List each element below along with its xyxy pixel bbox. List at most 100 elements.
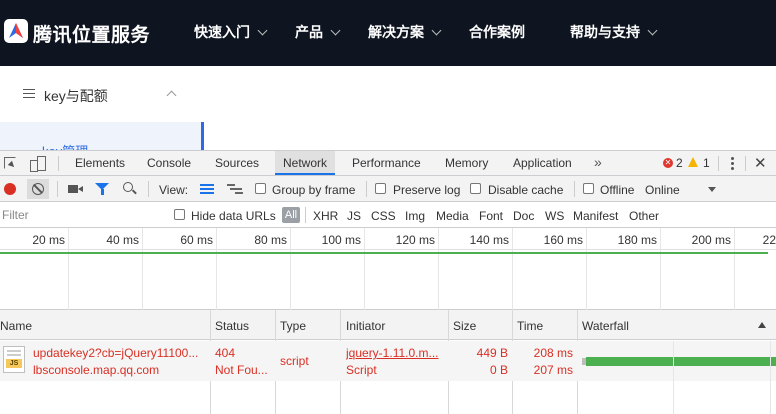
nav-quickstart[interactable]: 快速入门 [194,22,268,42]
grid-line [770,341,771,414]
clear-button[interactable] [27,179,49,199]
tab-sources[interactable]: Sources [215,156,259,170]
filter-type-manifest[interactable]: Manifest [573,209,618,223]
divider [574,181,575,197]
throttling-select[interactable]: Online [645,183,680,197]
sidebar-group-key-quota[interactable]: key与配额 [0,66,204,122]
request-status-text: Not Fou... [215,363,268,377]
timeline-tick-label: 80 ms [254,233,287,247]
group-by-frame-checkbox[interactable] [255,183,266,194]
group-by-frame-label[interactable]: Group by frame [272,183,355,197]
filter-type-other[interactable]: Other [629,209,659,223]
tencent-location-logo-icon[interactable] [4,19,28,43]
timeline-tick-label: 180 ms [617,233,657,247]
timeline-tick-label: 120 ms [395,233,435,247]
sort-ascending-icon[interactable] [758,322,766,328]
sidebar: key与配额 key管理 [0,66,204,159]
devtools-tab-bar: Elements Console Sources Network Perform… [0,151,776,176]
request-domain: lbsconsole.map.qq.com [33,363,160,377]
tab-console[interactable]: Console [147,156,191,170]
site-body: key与配额 key管理 [0,66,776,159]
filter-input[interactable] [0,205,160,225]
offline-label[interactable]: Offline [600,183,634,197]
warning-count[interactable]: 1 [703,156,710,170]
filter-type-font[interactable]: Font [479,209,503,223]
grid-line [438,228,439,310]
more-options-icon[interactable] [731,157,734,170]
record-button[interactable] [4,183,16,195]
filter-type-xhr[interactable]: XHR [313,209,338,223]
table-header: Name Status Type Initiator Size Time Wat… [0,310,776,340]
hide-data-urls-checkbox[interactable] [174,209,185,220]
timeline-tick-label: 22 [762,233,776,247]
request-type: script [280,354,309,368]
column-header-type[interactable]: Type [280,319,306,333]
waterfall-bar[interactable] [586,357,776,366]
inspect-element-icon[interactable] [4,157,16,169]
error-count[interactable]: 2 [676,156,683,170]
preserve-log-label[interactable]: Preserve log [393,183,460,197]
overview-view-icon[interactable] [227,184,243,194]
grid-line [142,228,143,310]
chevron-down-icon[interactable] [708,187,716,192]
request-time: 208 ms [533,346,573,360]
filter-bar: Hide data URLs All XHR JS CSS Img Media … [0,202,776,228]
tab-performance[interactable]: Performance [352,156,421,170]
column-header-name[interactable]: Name [0,319,32,333]
disable-cache-checkbox[interactable] [470,183,481,194]
tab-memory[interactable]: Memory [445,156,488,170]
filter-type-css[interactable]: CSS [371,209,396,223]
nav-help[interactable]: 帮助与支持 [570,22,658,42]
timeline-tick-label: 140 ms [469,233,509,247]
divider [58,156,59,171]
request-status: 404 [215,346,236,360]
large-rows-view-icon[interactable] [200,184,214,194]
divider [745,156,746,171]
filter-type-js[interactable]: JS [347,209,361,223]
tab-elements[interactable]: Elements [75,156,125,170]
nav-cases[interactable]: 合作案例 [469,22,525,42]
filter-type-doc[interactable]: Doc [513,209,534,223]
column-header-status[interactable]: Status [215,319,249,333]
hide-data-urls-label[interactable]: Hide data URLs [191,209,276,223]
chevron-down-icon [431,25,442,35]
request-latency: 207 ms [533,363,573,377]
divider [148,181,149,197]
preserve-log-checkbox[interactable] [375,183,386,194]
table-row[interactable]: JS updatekey2?cb=jQuery11100... lbsconso… [0,341,776,381]
warning-icon[interactable] [688,157,698,167]
filter-type-img[interactable]: Img [405,209,425,223]
error-icon[interactable]: ✕ [663,158,673,168]
requests-table: Name Status Type Initiator Size Time Wat… [0,310,776,414]
filter-icon[interactable] [95,183,109,195]
column-header-waterfall[interactable]: Waterfall [582,319,629,333]
nav-solutions[interactable]: 解决方案 [368,22,442,42]
nav-products[interactable]: 产品 [295,22,341,42]
timeline-overview[interactable]: 20 ms 40 ms 60 ms 80 ms 100 ms 120 ms 14… [0,228,776,310]
close-devtools-button[interactable]: ✕ [754,154,767,172]
column-header-time[interactable]: Time [517,319,543,333]
filter-type-media[interactable]: Media [436,209,469,223]
capture-screenshots-icon[interactable] [68,185,83,193]
column-header-size[interactable]: Size [453,319,476,333]
tab-network[interactable]: Network [275,151,336,175]
grid-line [586,228,587,310]
chevron-down-icon [647,25,658,35]
divider [366,181,367,197]
filter-type-all[interactable]: All [282,207,300,223]
filter-type-ws[interactable]: WS [545,209,564,223]
timeline-tick-label: 20 ms [32,233,65,247]
offline-checkbox[interactable] [583,183,594,194]
request-name[interactable]: updatekey2?cb=jQuery11100... [33,346,208,360]
devtools-panel: Elements Console Sources Network Perform… [0,150,776,414]
device-toolbar-icon[interactable] [30,156,46,172]
column-header-initiator[interactable]: Initiator [346,319,385,333]
request-initiator-link[interactable]: jquery-1.11.0.m... [346,346,446,360]
brand-name[interactable]: 腾讯位置服务 [33,20,150,47]
tab-application[interactable]: Application [513,156,572,170]
divider [57,181,58,197]
search-icon[interactable] [123,182,133,192]
more-tabs-button[interactable]: » [594,154,602,170]
disable-cache-label[interactable]: Disable cache [488,183,563,197]
sidebar-item-key-management[interactable]: key管理 [0,122,204,159]
